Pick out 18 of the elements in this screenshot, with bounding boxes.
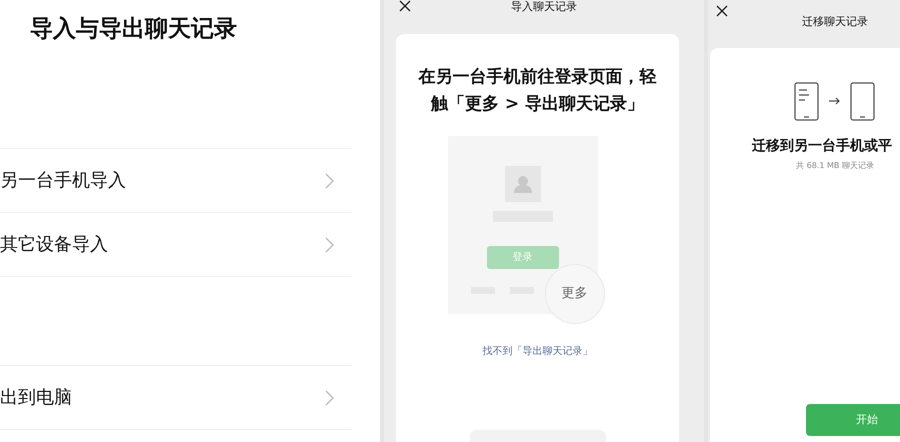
- chevron-icon: [325, 172, 334, 188]
- page-title: 导入与导出聊天记录: [29, 15, 238, 44]
- menu-item[interactable]: 另一台手机导入: [0, 149, 352, 213]
- size-note: 共 68.1 MB 聊天记录: [796, 160, 874, 172]
- screen-title: 导入聊天记录: [510, 0, 578, 13]
- close-icon[interactable]: [399, 0, 411, 12]
- menu-item[interactable]: 出到电脑: [0, 366, 352, 430]
- screen-title: 迁移聊天记录: [801, 14, 869, 30]
- instruction-text: 在另一台手机前往登录页面，轻触「更多 > 导出聊天记录」: [417, 66, 658, 116]
- phone-transfer-icon: [794, 82, 876, 122]
- close-icon[interactable]: [716, 5, 728, 17]
- menu-item[interactable]: 其它设备导入: [0, 213, 352, 277]
- help-link[interactable]: 找不到「导出聊天记录」: [482, 344, 592, 359]
- avatar-icon: [504, 166, 540, 202]
- more-button[interactable]: 更多: [544, 264, 604, 324]
- chevron-icon: [325, 236, 334, 252]
- chevron-icon: [325, 390, 334, 406]
- migrate-heading: 迁移到另一台手机或平: [752, 136, 892, 156]
